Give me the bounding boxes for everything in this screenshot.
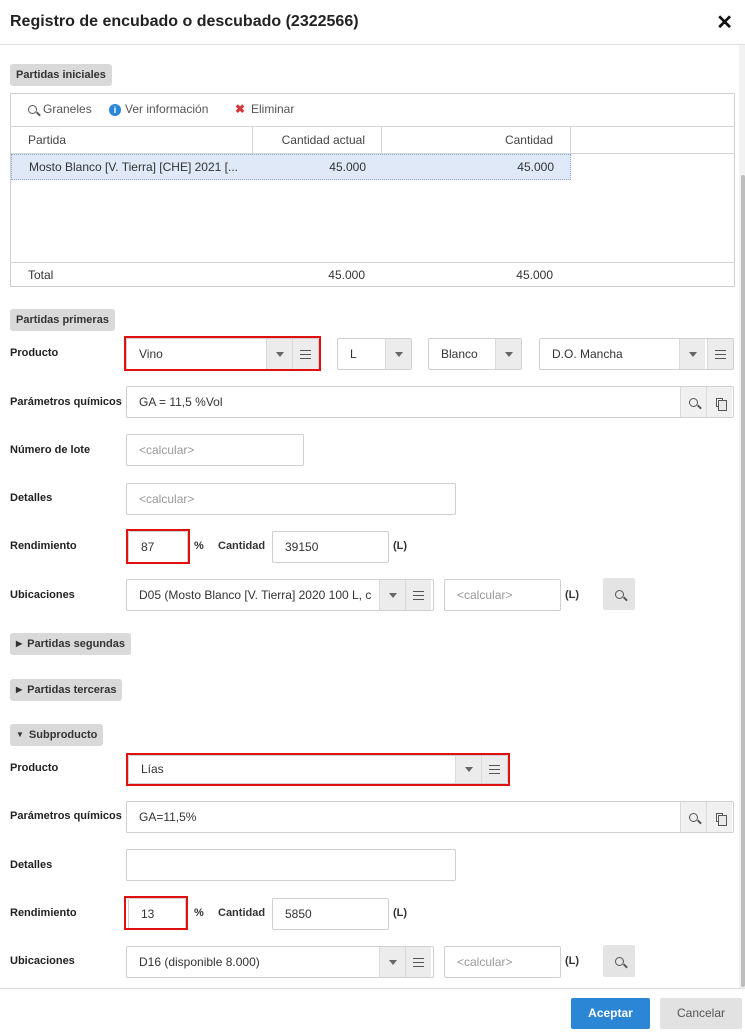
scrollbar-thumb[interactable] bbox=[741, 175, 745, 987]
scrollbar[interactable] bbox=[739, 45, 745, 988]
byproduct-chem-field[interactable]: GA=11,5% bbox=[126, 801, 734, 833]
producto-label: Producto bbox=[10, 347, 59, 359]
detalles-label: Detalles bbox=[10, 492, 53, 504]
copy-icon[interactable] bbox=[706, 802, 732, 832]
grid-footer: Total 45.000 45.000 bbox=[11, 262, 734, 287]
liters-unit: (L) bbox=[565, 589, 580, 601]
initial-lots-grid: Graneles i Ver información ✖ Eliminar Part… bbox=[10, 93, 735, 287]
search-icon[interactable] bbox=[680, 387, 706, 417]
byproduct-ubicaciones-select[interactable]: D16 (disponible 8.000) bbox=[126, 946, 434, 978]
accept-button[interactable]: Aceptar bbox=[571, 998, 650, 1029]
byproduct-detalles-label: Detalles bbox=[10, 859, 53, 871]
liters-unit: (L) bbox=[565, 955, 580, 967]
percent-unit: % bbox=[194, 540, 204, 552]
byproduct-rendimiento-input[interactable]: 13 bbox=[128, 898, 186, 930]
view-info-button[interactable]: i Ver información bbox=[109, 102, 208, 116]
byproduct-producto-label: Producto bbox=[10, 762, 59, 774]
caret-down-icon[interactable] bbox=[679, 339, 705, 369]
liters-unit: (L) bbox=[393, 907, 408, 919]
search-icon bbox=[614, 590, 624, 599]
triangle-right-icon: ▶ bbox=[16, 685, 23, 694]
cancel-button[interactable]: Cancelar bbox=[660, 998, 742, 1029]
cantidad-label: Cantidad bbox=[218, 540, 266, 552]
section-first-lots: Partidas primeras bbox=[10, 309, 115, 331]
chem-params-label: Parámetros químicos bbox=[10, 396, 122, 408]
total-label: Total bbox=[28, 268, 54, 282]
delete-icon: ✖ bbox=[234, 102, 246, 116]
lote-label: Número de lote bbox=[10, 444, 91, 456]
ubicaciones-label: Ubicaciones bbox=[10, 589, 75, 601]
percent-unit: % bbox=[194, 907, 204, 919]
column-header-cantidad-actual[interactable]: Cantidad actual bbox=[253, 127, 382, 154]
delete-button[interactable]: ✖ Eliminar bbox=[233, 102, 294, 116]
copy-icon[interactable] bbox=[706, 387, 732, 417]
dialog-footer: Aceptar Cancelar bbox=[0, 988, 745, 1033]
liters-unit: (L) bbox=[393, 540, 408, 552]
cell-partida: Mosto Blanco [V. Tierra] [CHE] 2021 [... bbox=[29, 160, 238, 174]
triangle-down-icon: ▼ bbox=[16, 730, 24, 739]
rendimiento-label: Rendimiento bbox=[10, 540, 77, 552]
byproduct-cantidad-input[interactable]: 5850 bbox=[272, 898, 389, 930]
total-cantidad-actual: 45.000 bbox=[328, 268, 365, 282]
dialog-title: Registro de encubado o descubado (232256… bbox=[10, 13, 359, 30]
caret-down-icon[interactable] bbox=[379, 580, 405, 610]
byproduct-cantidad-label: Cantidad bbox=[218, 907, 266, 919]
byproduct-rendimiento-label: Rendimiento bbox=[10, 907, 77, 919]
caret-down-icon[interactable] bbox=[455, 756, 481, 783]
do-select[interactable]: D.O. Mancha bbox=[539, 338, 734, 370]
ubicaciones-select[interactable]: D05 (Mosto Blanco [V. Tierra] 2020 100 L… bbox=[126, 579, 434, 611]
caret-down-icon[interactable] bbox=[385, 339, 411, 369]
dialog-titlebar: Registro de encubado o descubado (232256… bbox=[0, 0, 745, 45]
section-initial-lots: Partidas iniciales bbox=[10, 64, 112, 86]
lote-input[interactable]: <calcular> bbox=[126, 434, 304, 466]
producto-select[interactable]: Vino bbox=[126, 338, 319, 370]
byproduct-detalles-input[interactable] bbox=[126, 849, 456, 881]
menu-icon[interactable] bbox=[405, 947, 431, 977]
caret-down-icon[interactable] bbox=[266, 339, 292, 369]
table-row[interactable]: Mosto Blanco [V. Tierra] [CHE] 2021 [...… bbox=[11, 154, 571, 180]
column-header-partida[interactable]: Partida bbox=[11, 127, 253, 154]
section-byproduct[interactable]: ▼ Subproducto bbox=[10, 724, 104, 746]
menu-icon[interactable] bbox=[292, 339, 318, 369]
search-icon bbox=[25, 102, 39, 116]
caret-down-icon[interactable] bbox=[379, 947, 405, 977]
menu-icon[interactable] bbox=[481, 756, 507, 783]
menu-icon[interactable] bbox=[707, 339, 733, 369]
color-select[interactable]: Blanco bbox=[428, 338, 522, 370]
section-third-lots[interactable]: ▶ Partidas terceras bbox=[10, 679, 123, 701]
search-icon bbox=[614, 957, 624, 966]
grid-toolbar: Graneles i Ver información ✖ Eliminar bbox=[11, 94, 734, 126]
search-icon[interactable] bbox=[680, 802, 706, 832]
close-icon[interactable]: ✕ bbox=[716, 10, 733, 35]
detalles-input[interactable]: <calcular> bbox=[126, 483, 456, 515]
granels-button[interactable]: Graneles bbox=[25, 102, 92, 116]
triangle-right-icon: ▶ bbox=[16, 639, 23, 648]
byproduct-producto-select[interactable]: Lías bbox=[128, 755, 508, 784]
unit-select[interactable]: L bbox=[337, 338, 412, 370]
byproduct-ubicaciones-label: Ubicaciones bbox=[10, 955, 75, 967]
section-second-lots[interactable]: ▶ Partidas segundas bbox=[10, 633, 131, 655]
column-header-cantidad[interactable]: Cantidad bbox=[382, 127, 571, 154]
byproduct-search-locations-button[interactable] bbox=[603, 945, 635, 977]
caret-down-icon[interactable] bbox=[495, 339, 521, 369]
byproduct-ubicacion-cantidad-input[interactable]: <calcular> bbox=[444, 946, 561, 978]
menu-icon[interactable] bbox=[405, 580, 431, 610]
cell-cantidad-actual: 45.000 bbox=[329, 160, 366, 174]
info-icon: i bbox=[109, 104, 121, 116]
total-cantidad: 45.000 bbox=[516, 268, 553, 282]
byproduct-chem-label: Parámetros químicos bbox=[10, 810, 122, 822]
cantidad-input[interactable]: 39150 bbox=[272, 531, 389, 563]
ubicacion-cantidad-input[interactable]: <calcular> bbox=[444, 579, 561, 611]
search-locations-button[interactable] bbox=[603, 578, 635, 610]
cell-cantidad: 45.000 bbox=[517, 160, 554, 174]
rendimiento-input[interactable]: 87 bbox=[128, 531, 188, 563]
grid-header: Partida Cantidad actual Cantidad bbox=[11, 126, 734, 154]
chem-params-field[interactable]: GA = 11,5 %Vol bbox=[126, 386, 734, 418]
